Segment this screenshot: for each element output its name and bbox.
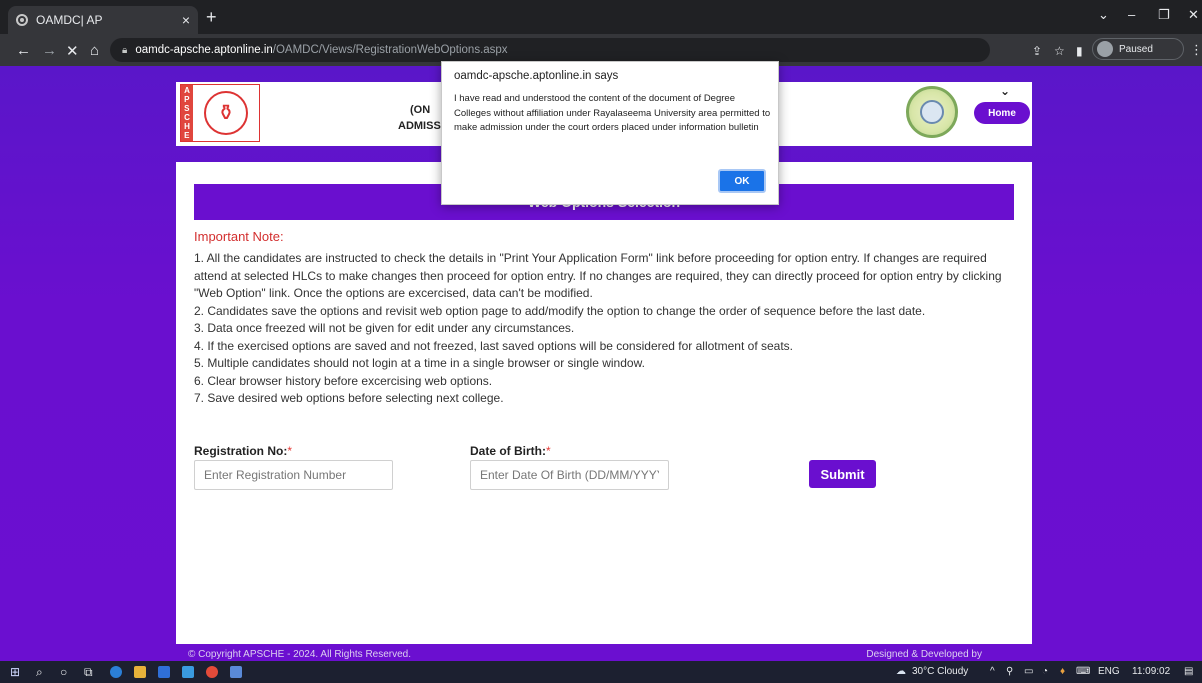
tab-search-icon[interactable]: ⌄	[1098, 7, 1109, 23]
developer-credit: Designed & Developed by	[866, 649, 982, 660]
action-center-icon[interactable]: ▤	[1184, 666, 1193, 677]
weather-icon[interactable]: ☁	[896, 666, 906, 677]
main-content: Web Options Selection Important Note: 1.…	[176, 162, 1032, 644]
ap-government-seal	[906, 86, 958, 138]
minimize-icon[interactable]: –	[1128, 7, 1135, 22]
stop-icon[interactable]: ✕	[66, 42, 79, 60]
side-panel-icon[interactable]: ▮	[1076, 44, 1083, 58]
important-note-heading: Important Note:	[194, 229, 284, 244]
network-icon[interactable]: ⚲	[1006, 666, 1013, 677]
forward-icon[interactable]: →	[42, 42, 57, 59]
address-bar[interactable]: 🔒︎ oamdc-apsche.aptonline.in/OAMDC/Views…	[110, 38, 990, 62]
new-tab-button[interactable]: +	[206, 8, 217, 26]
note-item: 1. All the candidates are instructed to …	[194, 251, 1002, 300]
note-item: 2. Candidates save the options and revis…	[194, 303, 926, 318]
dialog-message: I have read and understood the content o…	[454, 93, 771, 133]
volume-icon[interactable]: ◔	[1042, 666, 1048, 677]
tab-close-icon[interactable]: ×	[182, 12, 190, 28]
weather-text[interactable]: 30°C Cloudy	[912, 666, 968, 677]
apsche-logo: APSCHE ⚱	[180, 84, 260, 142]
home-icon[interactable]: ⌂	[90, 42, 99, 59]
store-icon[interactable]	[182, 666, 194, 678]
cortana-icon[interactable]: ○	[60, 665, 67, 679]
search-icon[interactable]: ⌕	[36, 665, 43, 680]
edge-icon[interactable]	[110, 666, 122, 678]
browser-menu-icon[interactable]: ⋮	[1190, 42, 1202, 58]
note-item: 6. Clear browser history before excercis…	[194, 373, 493, 388]
file-explorer-icon[interactable]	[134, 666, 146, 678]
lamp-emblem-icon: ⚱	[204, 91, 248, 135]
dialog-title: oamdc-apsche.aptonline.in says	[454, 70, 619, 82]
tray-chevron-icon[interactable]: ^	[990, 666, 995, 677]
chrome-icon[interactable]	[206, 666, 218, 678]
tab-title: OAMDC| AP	[36, 13, 103, 27]
required-mark: *	[287, 444, 293, 458]
registration-label: Registration No:*	[194, 444, 293, 458]
chevron-down-icon[interactable]: ⌄	[1000, 84, 1010, 98]
page-footer: © Copyright APSCHE - 2024. All Rights Re…	[176, 649, 1032, 661]
lock-icon[interactable]: 🔒︎	[122, 45, 127, 56]
note-item: 3. Data once freezed will not be given f…	[194, 321, 575, 335]
app-icon[interactable]	[230, 666, 242, 678]
notes-list: 1. All the candidates are instructed to …	[194, 250, 1004, 408]
header-title-line1: (ON	[410, 104, 431, 116]
avatar	[1097, 41, 1113, 57]
restore-icon[interactable]: ❐	[1158, 7, 1170, 23]
profile-button[interactable]: Paused	[1092, 38, 1184, 60]
display-icon[interactable]: ▭	[1024, 666, 1033, 677]
language-indicator[interactable]: ENG	[1098, 666, 1120, 677]
mail-icon[interactable]	[158, 666, 170, 678]
ok-button[interactable]: OK	[718, 169, 766, 193]
windows-start-icon[interactable]: ⊞	[10, 665, 20, 679]
notification-app-icon[interactable]: ♦	[1060, 666, 1065, 677]
logo-letters: APSCHE	[181, 85, 193, 141]
loading-icon	[16, 14, 28, 26]
note-item: 7. Save desired web options before selec…	[194, 391, 504, 405]
copyright-text: © Copyright APSCHE - 2024. All Rights Re…	[188, 649, 412, 660]
profile-status: Paused	[1119, 43, 1153, 55]
back-icon[interactable]: ←	[16, 42, 31, 59]
windows-taskbar: ⊞ ⌕ ○ ⧉ ☁ 30°C Cloudy ^ ⚲ ▭ ◔ ♦ ⌨ ENG 11…	[0, 661, 1202, 683]
note-item: 5. Multiple candidates should not login …	[194, 356, 645, 370]
url-path: /OAMDC/Views/RegistrationWebOptions.aspx	[272, 44, 508, 56]
date-of-birth-input[interactable]	[470, 460, 669, 490]
submit-button[interactable]: Submit	[809, 460, 876, 488]
dob-label: Date of Birth:*	[470, 444, 551, 458]
required-mark: *	[546, 444, 551, 458]
alert-dialog: oamdc-apsche.aptonline.in says I have re…	[441, 61, 779, 205]
bookmark-star-icon[interactable]: ☆	[1054, 44, 1065, 58]
note-item: 4. If the exercised options are saved an…	[194, 338, 794, 353]
share-icon[interactable]: ⇪	[1032, 44, 1042, 58]
task-view-icon[interactable]: ⧉	[84, 665, 93, 680]
browser-tab[interactable]: OAMDC| AP ×	[8, 6, 198, 34]
browser-tab-bar: OAMDC| AP × + ⌄ – ❐ ✕	[0, 0, 1202, 34]
clock[interactable]: 11:09:02	[1132, 666, 1170, 677]
registration-number-input[interactable]	[194, 460, 393, 490]
keyboard-icon[interactable]: ⌨	[1076, 666, 1090, 677]
url-host: oamdc-apsche.aptonline.in	[135, 44, 273, 56]
home-button[interactable]: Home	[974, 102, 1030, 124]
close-window-icon[interactable]: ✕	[1188, 7, 1199, 23]
